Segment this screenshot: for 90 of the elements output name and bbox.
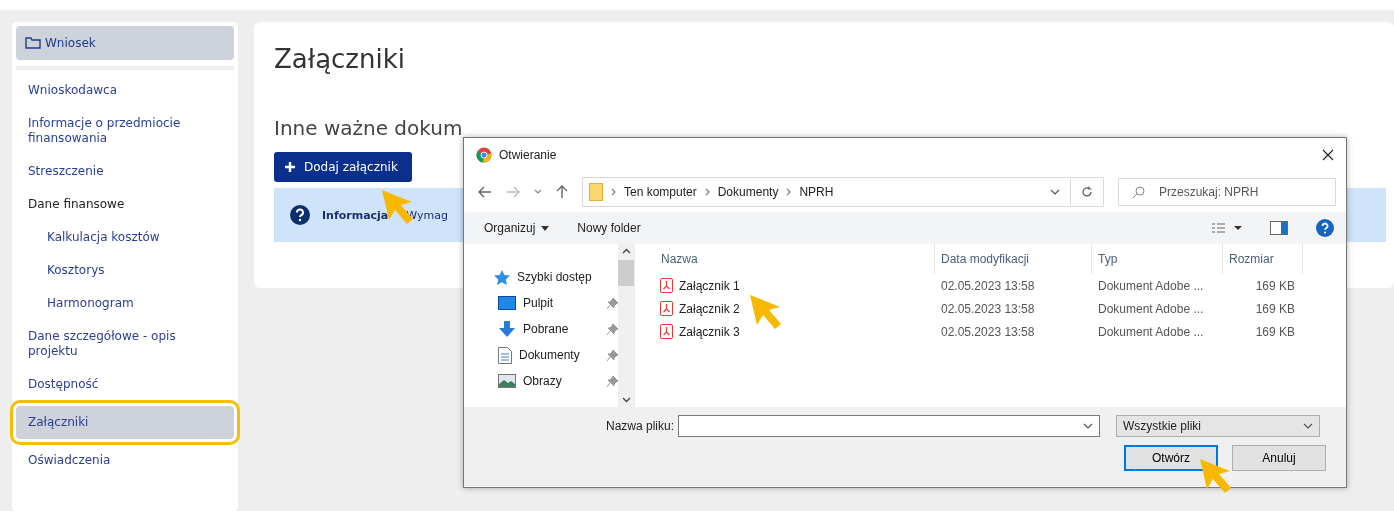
- sidebar-item[interactable]: Informacje o przedmiocie finansowania: [16, 107, 234, 155]
- section-title: Inne ważne dokum: [274, 116, 464, 140]
- chevron-down-icon: [621, 397, 631, 403]
- chevron-up-icon: [621, 248, 631, 254]
- page-title: Załączniki: [274, 44, 406, 74]
- pin-icon: [607, 323, 618, 335]
- scrollbar[interactable]: [618, 244, 634, 407]
- pin-icon: [607, 375, 618, 387]
- column-header[interactable]: Rozmiar: [1223, 244, 1303, 274]
- search-field[interactable]: Przeszukaj: NPRH: [1118, 178, 1336, 206]
- chevron-down-icon: [1303, 423, 1314, 429]
- desktop-icon: [498, 296, 516, 310]
- file-date: 02.05.2023 13:58: [940, 324, 1036, 339]
- sidebar-header[interactable]: Wniosek: [16, 26, 234, 60]
- nav-item[interactable]: Dokumenty: [494, 342, 618, 368]
- nav-item[interactable]: Pulpit: [494, 290, 618, 316]
- file-type: Dokument Adobe ...: [1097, 324, 1205, 339]
- organize-menu[interactable]: Organizuj: [484, 221, 550, 235]
- sidebar-item[interactable]: Wnioskodawca: [16, 74, 234, 107]
- chevron-down-icon[interactable]: [534, 189, 542, 195]
- close-icon[interactable]: [1322, 149, 1334, 161]
- pdf-file-icon: [660, 278, 673, 293]
- sidebar-subitem[interactable]: Kosztorys: [16, 254, 234, 287]
- scrollbar-thumb[interactable]: [618, 260, 634, 286]
- search-icon: [1132, 186, 1145, 199]
- help-icon[interactable]: [1316, 219, 1334, 237]
- breadcrumb-item[interactable]: NPRH: [799, 185, 834, 199]
- refresh-icon: [1081, 186, 1093, 198]
- file-date: 02.05.2023 13:58: [940, 301, 1036, 316]
- new-folder-button[interactable]: Nowy folder: [577, 221, 641, 235]
- folder-icon: [589, 183, 603, 201]
- star-icon: [494, 269, 510, 285]
- chevron-right-icon: [611, 188, 616, 196]
- down-arrow-icon: [498, 321, 516, 337]
- pin-icon: [607, 349, 618, 361]
- back-arrow-icon[interactable]: [478, 186, 492, 198]
- address-bar[interactable]: Ten komputer Dokumenty NPRH: [582, 177, 1071, 207]
- caret-icon: [541, 225, 550, 231]
- file-type-dropdown[interactable]: Wszystkie pliki: [1116, 415, 1321, 437]
- image-icon: [498, 374, 516, 388]
- cancel-button[interactable]: Anuluj: [1232, 445, 1326, 471]
- sidebar-item[interactable]: Dane szczegółowe - opis projektu: [16, 320, 234, 368]
- filename-field[interactable]: [678, 415, 1101, 437]
- sidebar-item[interactable]: Dostępność: [16, 368, 234, 401]
- file-size: 169 KB: [1254, 278, 1296, 293]
- sidebar-subitem[interactable]: Kalkulacja kosztów: [16, 221, 234, 254]
- file-date: 02.05.2023 13:58: [940, 278, 1036, 293]
- chevron-down-icon: [1083, 423, 1094, 429]
- column-header[interactable]: Data modyfikacji: [935, 244, 1092, 274]
- add-attachment-button[interactable]: Dodaj załącznik: [274, 152, 412, 182]
- sidebar-item[interactable]: Streszczenie: [16, 155, 234, 188]
- browser-logo-icon: [476, 147, 492, 163]
- plus-icon: [284, 161, 296, 173]
- filename-label: Nazwa pliku:: [606, 419, 675, 433]
- info-label: Informacja: [322, 208, 389, 222]
- file-name: Załącznik 3: [679, 324, 740, 339]
- breadcrumb-item[interactable]: Ten komputer: [624, 185, 697, 199]
- file-type: Dokument Adobe ...: [1097, 278, 1205, 293]
- file-row[interactable]: Załącznik 2 02.05.2023 13:58 Dokument Adobe ... 169 KB: [655, 297, 1346, 320]
- folder-icon: [25, 37, 41, 49]
- pin-icon: [607, 297, 618, 309]
- file-name: Załącznik 1: [679, 278, 740, 293]
- file-row[interactable]: Załącznik 1 02.05.2023 13:58 Dokument Adobe ... 169 KB: [655, 274, 1346, 297]
- help-icon: [290, 205, 310, 225]
- file-row[interactable]: Załącznik 3 02.05.2023 13:58 Dokument Adobe ... 169 KB: [655, 320, 1346, 343]
- open-button[interactable]: Otwórz: [1124, 445, 1218, 471]
- chevron-down-icon[interactable]: [1050, 189, 1060, 195]
- file-size: 169 KB: [1254, 324, 1296, 339]
- column-header[interactable]: Typ: [1092, 244, 1223, 274]
- sidebar-subitem[interactable]: Harmonogram: [16, 287, 234, 320]
- pdf-file-icon: [660, 324, 673, 339]
- nav-item[interactable]: Obrazy: [494, 368, 618, 394]
- chevron-right-icon: [786, 188, 792, 196]
- view-options-icon[interactable]: [1212, 223, 1242, 233]
- file-type: Dokument Adobe ...: [1097, 301, 1205, 316]
- dialog-title: Otwieranie: [499, 148, 558, 162]
- file-name: Załącznik 2: [679, 301, 740, 316]
- breadcrumb-item[interactable]: Dokumenty: [717, 185, 779, 199]
- nav-item[interactable]: Szybki dostęp: [494, 264, 618, 290]
- sidebar-item[interactable]: Oświadczenia: [16, 444, 234, 477]
- file-size: 169 KB: [1254, 301, 1296, 316]
- sidebar-item[interactable]: Dane finansowe: [16, 188, 234, 221]
- column-header[interactable]: Nazwa: [655, 244, 935, 274]
- refresh-button[interactable]: [1070, 177, 1104, 207]
- pdf-file-icon: [660, 301, 673, 316]
- document-icon: [498, 346, 512, 364]
- nav-item[interactable]: Pobrane: [494, 316, 618, 342]
- up-arrow-icon[interactable]: [556, 185, 568, 199]
- preview-pane-icon[interactable]: [1270, 221, 1288, 235]
- chevron-right-icon: [704, 188, 710, 196]
